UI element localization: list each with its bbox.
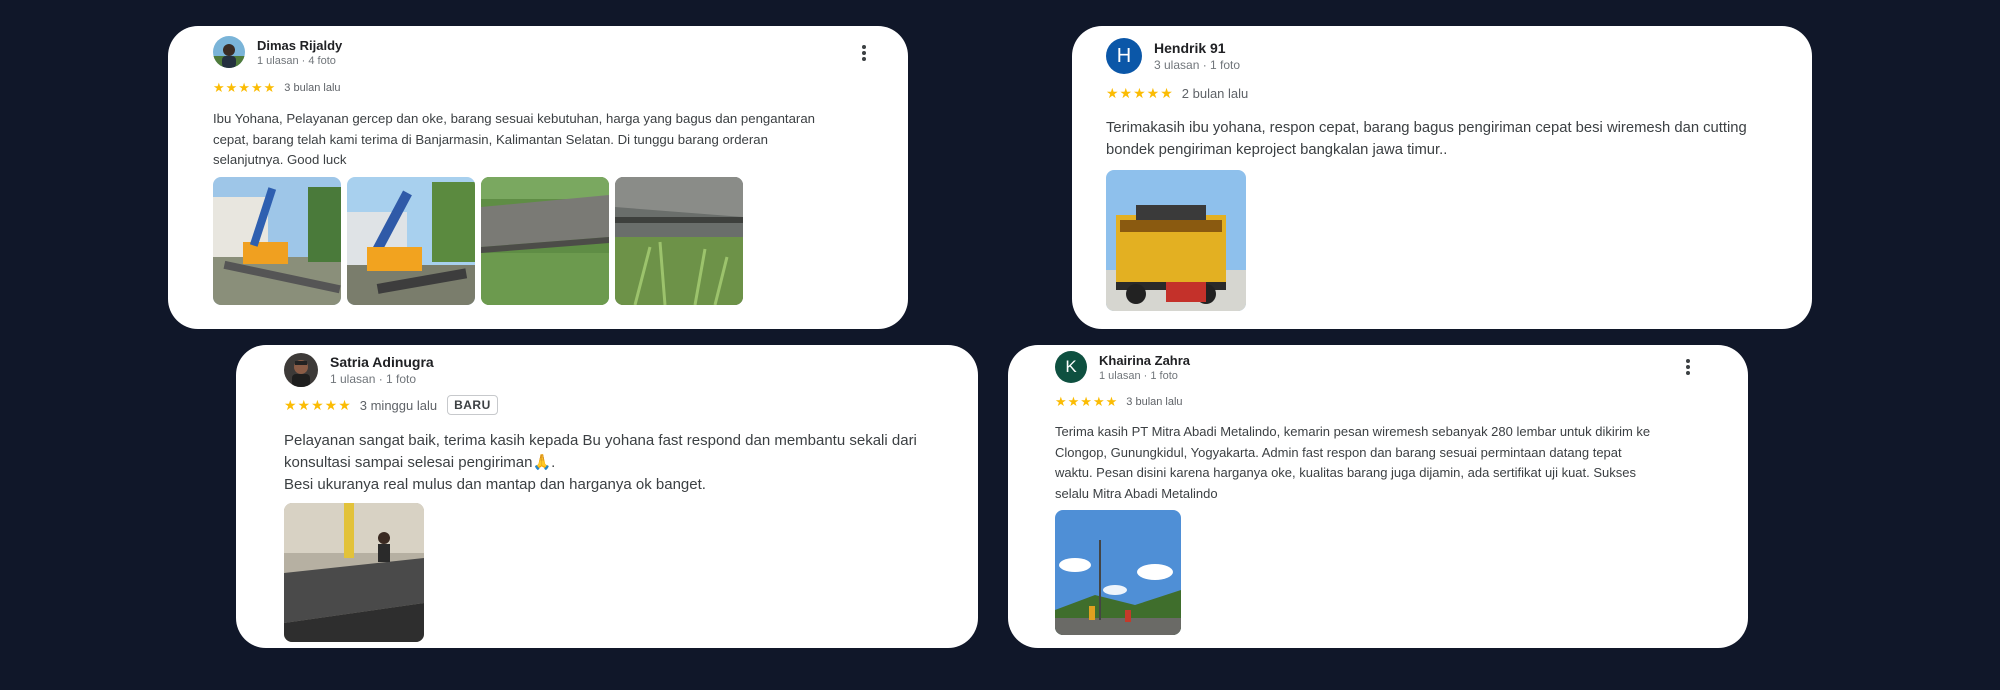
review-photo[interactable] xyxy=(284,503,424,642)
reviewer-name[interactable]: Khairina Zahra xyxy=(1099,353,1190,368)
reviewer-info: Satria Adinugra 1 ulasan · 1 foto xyxy=(330,354,434,386)
review-header: Dimas Rijaldy 1 ulasan · 4 foto xyxy=(213,36,342,68)
review-text-line: Terima kasih PT Mitra Abadi Metalindo, k… xyxy=(1055,424,1651,439)
reviewer-meta: 1 ulasan · 4 foto xyxy=(257,54,336,67)
review-photo[interactable] xyxy=(213,177,341,305)
review-date: 2 bulan lalu xyxy=(1181,86,1249,101)
review-photos xyxy=(213,177,743,305)
review-photo[interactable] xyxy=(481,177,609,305)
review-text-line: Pelayanan sangat baik, terima kasih kepa… xyxy=(284,432,917,449)
avatar[interactable] xyxy=(213,36,245,68)
review-text: Terimakasih ibu yohana, respon cepat, ba… xyxy=(1106,117,1747,161)
review-date: 3 bulan lalu xyxy=(1126,396,1183,408)
review-text-line: selanjutnya. Good luck xyxy=(213,152,347,167)
reviewer-info: Dimas Rijaldy 1 ulasan · 4 foto xyxy=(257,38,342,67)
reviewer-meta: 3 ulasan · 1 foto xyxy=(1154,58,1241,72)
review-date: 3 minggu lalu xyxy=(359,397,438,413)
review-text-line: Terimakasih ibu yohana, respon cepat, ba… xyxy=(1106,120,1747,136)
avatar[interactable] xyxy=(284,353,318,387)
review-photo[interactable] xyxy=(615,177,743,305)
avatar[interactable]: K xyxy=(1055,351,1087,383)
reviewer-meta: 1 ulasan · 1 foto xyxy=(1099,369,1178,382)
review-photos xyxy=(1055,510,1181,635)
review-text-line: Clongop, Gunungkidul, Yogyakarta. Admin … xyxy=(1055,444,1622,460)
rating-row: ★★★★★ 3 minggu lalu BARU xyxy=(284,395,498,415)
reviewer-name[interactable]: Satria Adinugra xyxy=(330,354,434,370)
rating-row: ★★★★★ 3 bulan lalu xyxy=(213,80,341,96)
star-rating: ★★★★★ xyxy=(1106,85,1174,101)
review-text-line: konsultasi sampai selesai pengiriman🙏. xyxy=(284,454,556,471)
star-rating: ★★★★★ xyxy=(213,80,277,95)
more-vert-icon[interactable] xyxy=(1682,359,1694,375)
more-vert-icon[interactable] xyxy=(858,45,870,61)
review-text: Pelayanan sangat baik, terima kasih kepa… xyxy=(284,430,917,496)
rating-row: ★★★★★ 2 bulan lalu xyxy=(1106,85,1248,102)
review-header: H Hendrik 91 3 ulasan · 1 foto xyxy=(1106,38,1240,74)
review-card: Satria Adinugra 1 ulasan · 1 foto ★★★★★ … xyxy=(236,345,978,648)
new-badge: BARU xyxy=(447,395,498,415)
review-photo[interactable] xyxy=(1055,510,1181,635)
review-text: Terima kasih PT Mitra Abadi Metalindo, k… xyxy=(1055,422,1650,504)
review-date: 3 bulan lalu xyxy=(284,82,341,94)
rating-row: ★★★★★ 3 bulan lalu xyxy=(1055,394,1183,410)
reviewer-name[interactable]: Dimas Rijaldy xyxy=(257,38,342,53)
review-text-line: bondek pengiriman keproject bangkalan ja… xyxy=(1106,142,1448,158)
review-text-line: waktu. Pesan disini karena harganya oke,… xyxy=(1055,465,1636,480)
avatar[interactable]: H xyxy=(1106,38,1142,74)
star-rating: ★★★★★ xyxy=(1055,394,1119,409)
reviewer-info: Hendrik 91 3 ulasan · 1 foto xyxy=(1154,40,1240,72)
reviewer-meta: 1 ulasan · 1 foto xyxy=(330,372,417,386)
review-card: H Hendrik 91 3 ulasan · 1 foto ★★★★★ 2 b… xyxy=(1072,26,1812,329)
review-text-line: Besi ukuranya real mulus dan mantap dan … xyxy=(284,476,706,493)
review-photo[interactable] xyxy=(1106,170,1246,311)
review-text-line: selalu Mitra Abadi Metalindo xyxy=(1055,485,1218,501)
review-photos xyxy=(1106,170,1246,311)
review-card: K Khairina Zahra 1 ulasan · 1 foto ★★★★★… xyxy=(1008,345,1748,648)
review-text-line: cepat, barang telah kami terima di Banja… xyxy=(213,131,768,147)
review-text-line: Ibu Yohana, Pelayanan gercep dan oke, ba… xyxy=(213,111,815,126)
review-header: Satria Adinugra 1 ulasan · 1 foto xyxy=(284,353,434,387)
review-header: K Khairina Zahra 1 ulasan · 1 foto xyxy=(1055,351,1190,383)
review-photo[interactable] xyxy=(347,177,475,305)
reviewer-info: Khairina Zahra 1 ulasan · 1 foto xyxy=(1099,353,1190,382)
star-rating: ★★★★★ xyxy=(284,396,352,413)
review-photos xyxy=(284,503,424,642)
review-card: Dimas Rijaldy 1 ulasan · 4 foto ★★★★★ 3 … xyxy=(168,26,908,329)
reviewer-name[interactable]: Hendrik 91 xyxy=(1154,40,1240,56)
review-text: Ibu Yohana, Pelayanan gercep dan oke, ba… xyxy=(213,109,815,171)
